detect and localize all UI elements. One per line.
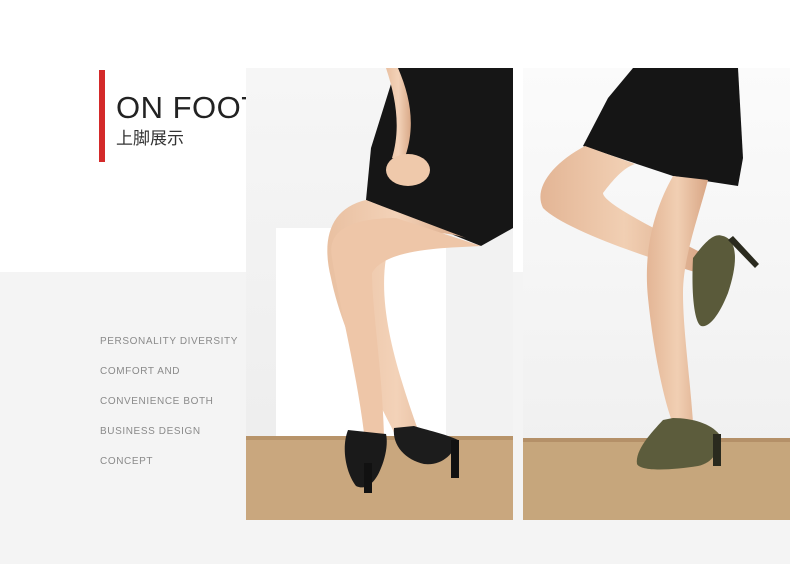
- accent-bar: [99, 70, 105, 162]
- description-line: CONCEPT: [100, 456, 154, 467]
- product-photo-standing: [523, 68, 790, 520]
- description-line: COMFORT AND: [100, 366, 181, 377]
- section-subtitle: 上脚展示: [116, 129, 184, 149]
- description-line: PERSONALITY DIVERSITY: [100, 336, 239, 347]
- product-photo-seated: [246, 68, 513, 520]
- description-block: PERSONALITY DIVERSITY COMFORT AND CONVEN…: [100, 336, 260, 486]
- section-title: ON FOOT: [116, 90, 261, 125]
- description-line: CONVENIENCE BOTH: [100, 396, 214, 407]
- description-line: BUSINESS DESIGN: [100, 426, 201, 437]
